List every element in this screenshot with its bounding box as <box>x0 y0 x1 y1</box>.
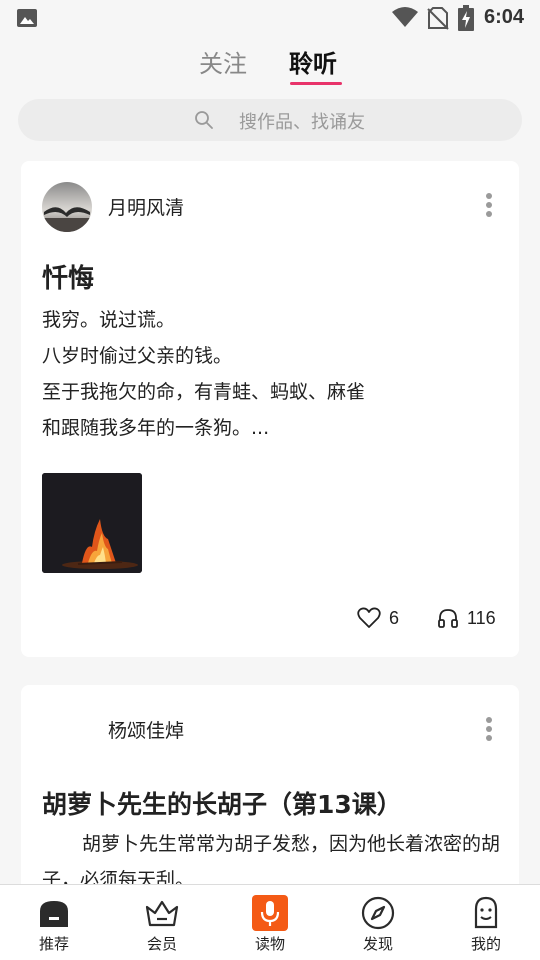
excerpt-line: 八岁时偷过父亲的钱。 <box>42 345 233 367</box>
excerpt-line: 我穷。说过谎。 <box>42 309 176 331</box>
screen: 6:04 关注 聆听 搜作品、找诵友 月明风清 忏悔 我穷。说过谎。 八岁时偷过… <box>0 0 540 960</box>
post-title[interactable]: 胡萝卜先生的长胡子（第13课） <box>42 785 402 821</box>
battery-charging-icon <box>458 5 474 31</box>
excerpt-line: 至于我拖欠的命，有青蛙、蚂蚁、麻雀 <box>42 381 366 403</box>
bottom-navigation: 推荐 会员 读物 发现 我的 <box>0 884 540 960</box>
more-options-icon[interactable] <box>483 717 495 743</box>
top-tabs: 关注 聆听 <box>0 44 540 88</box>
nav-mine[interactable]: 我的 <box>446 885 526 960</box>
listen-count-value: 116 <box>467 607 496 628</box>
compass-icon <box>361 896 395 930</box>
search-bar[interactable]: 搜作品、找诵友 <box>18 99 522 141</box>
post-title[interactable]: 忏悔 <box>42 258 94 295</box>
tab-follow[interactable]: 关注 <box>199 44 247 79</box>
image-notification-icon <box>17 9 37 27</box>
microphone-icon <box>252 895 288 931</box>
nav-label: 发现 <box>362 935 393 953</box>
post-cover-image[interactable] <box>42 473 142 573</box>
nav-label: 读物 <box>254 935 285 953</box>
wifi-icon <box>392 7 418 27</box>
search-icon <box>195 111 213 129</box>
home-icon <box>40 901 68 927</box>
profile-icon <box>474 896 498 929</box>
nav-reading[interactable]: 读物 <box>230 885 310 960</box>
listen-count: 116 <box>437 605 496 631</box>
tab-listen[interactable]: 聆听 <box>289 44 337 79</box>
nav-label: 我的 <box>470 935 501 953</box>
excerpt-line: 和跟随我多年的一条狗。... <box>42 417 270 439</box>
author-name[interactable]: 杨颂佳焯 <box>108 716 184 743</box>
active-tab-indicator <box>290 82 342 85</box>
heart-icon <box>357 607 381 628</box>
no-sim-icon <box>427 7 449 30</box>
status-bar: 6:04 <box>0 0 540 36</box>
nav-discover[interactable]: 发现 <box>338 885 418 960</box>
nav-member[interactable]: 会员 <box>122 885 202 960</box>
author-name[interactable]: 月明风清 <box>108 193 184 220</box>
crown-icon <box>145 900 179 927</box>
avatar[interactable] <box>42 182 92 232</box>
headphones-icon <box>438 609 458 628</box>
post-excerpt[interactable]: 我穷。说过谎。 八岁时偷过父亲的钱。 至于我拖欠的命，有青蛙、蚂蚁、麻雀 和跟随… <box>42 302 482 446</box>
search-placeholder: 搜作品、找诵友 <box>239 112 365 133</box>
clock: 6:04 <box>484 6 525 28</box>
post-card[interactable]: 月明风清 忏悔 我穷。说过谎。 八岁时偷过父亲的钱。 至于我拖欠的命，有青蛙、蚂… <box>21 161 519 657</box>
nav-label: 会员 <box>146 935 177 953</box>
like-count[interactable]: 6 <box>357 605 399 631</box>
nav-label: 推荐 <box>38 935 69 953</box>
nav-recommend[interactable]: 推荐 <box>14 885 94 960</box>
like-count-value: 6 <box>389 607 400 628</box>
more-options-icon[interactable] <box>483 193 495 219</box>
